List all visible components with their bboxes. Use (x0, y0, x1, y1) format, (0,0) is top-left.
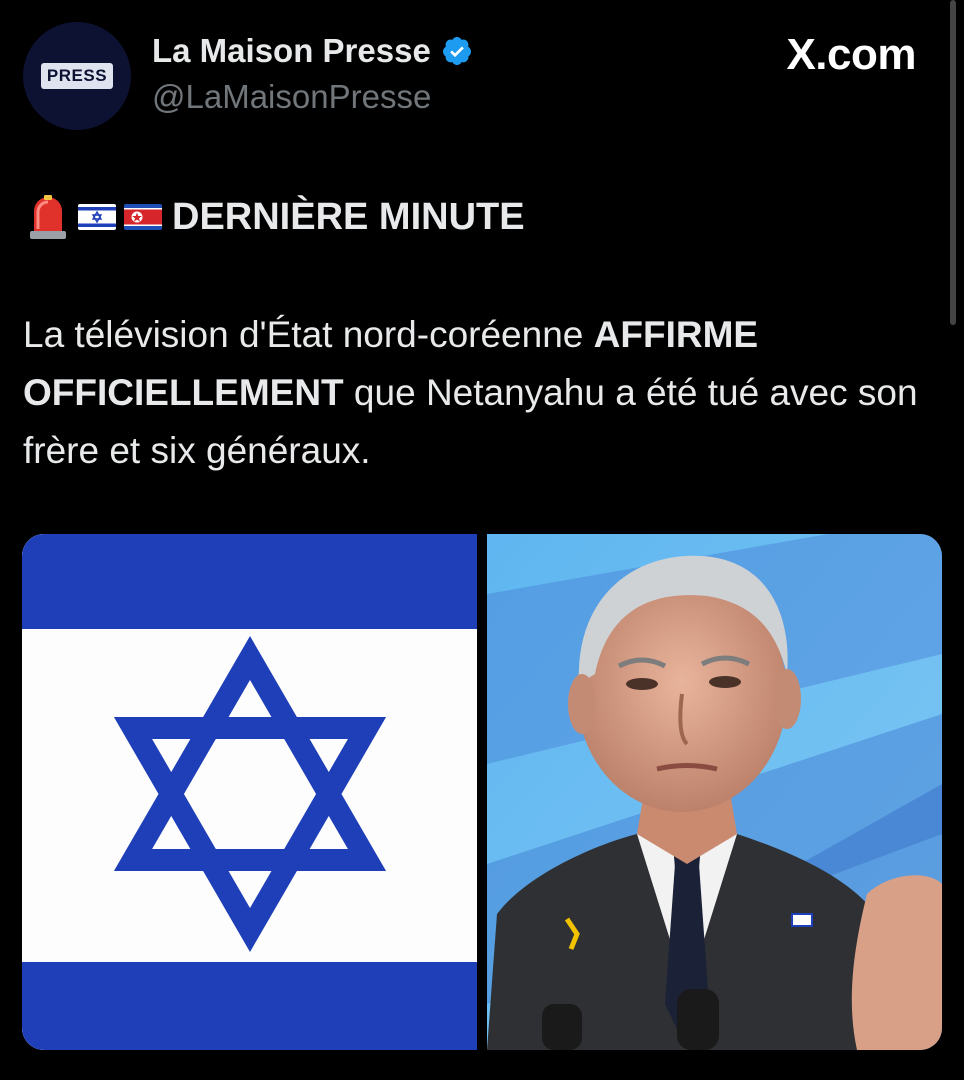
account-name-row[interactable]: La Maison Presse (152, 32, 473, 70)
scrollbar[interactable] (950, 0, 956, 325)
media-image-portrait[interactable] (487, 534, 942, 1050)
flag-israel-icon (78, 204, 116, 230)
breaking-line: DERNIÈRE MINUTE (26, 193, 525, 241)
portrait-photo (487, 534, 942, 1050)
rotating-light-icon (30, 195, 66, 239)
avatar[interactable]: PRESS (23, 22, 131, 130)
post-text: La télévision d'État nord-coréenne AFFIR… (23, 306, 943, 480)
avatar-press-text: PRESS (40, 63, 114, 89)
site-label: X.com (786, 30, 916, 79)
verified-badge-icon (442, 37, 471, 65)
account-handle[interactable]: @LaMaisonPresse (152, 78, 431, 116)
media-image-flag[interactable] (22, 534, 477, 1050)
israel-flag-image (22, 534, 477, 1050)
flag-north-korea-icon (124, 204, 162, 230)
breaking-label: DERNIÈRE MINUTE (172, 195, 525, 238)
post-text-part1: La télévision d'État nord-coréenne (23, 314, 594, 355)
display-name[interactable]: La Maison Presse (152, 32, 431, 70)
